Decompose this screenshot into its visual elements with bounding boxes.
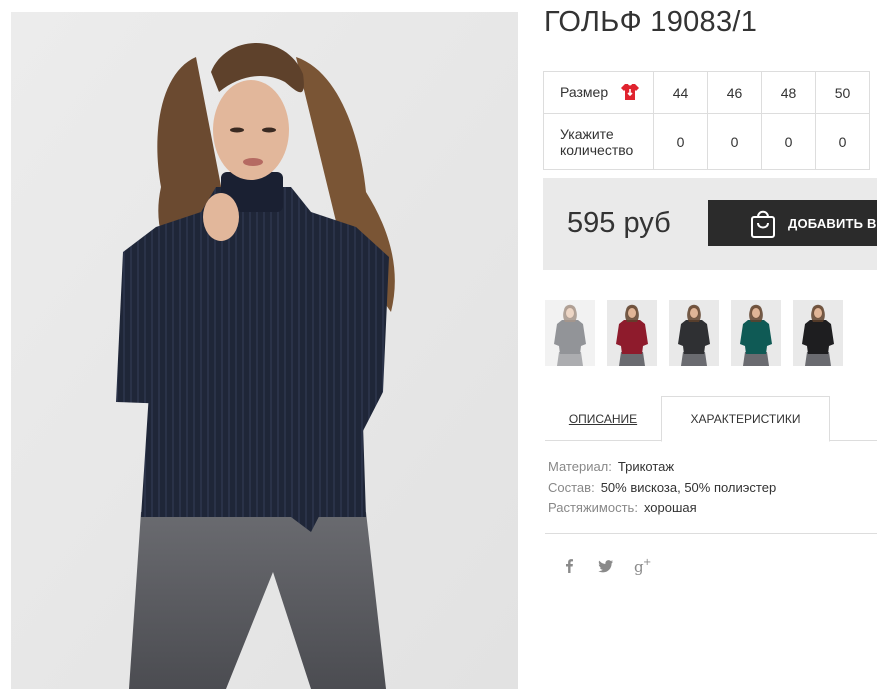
property-key: Материал: [548, 459, 612, 474]
color-thumbnail[interactable] [793, 300, 843, 366]
thumbnail-image [607, 300, 657, 366]
quantity-label-line1: Укажите [560, 125, 614, 142]
google-plus-icon[interactable]: g + [633, 556, 653, 576]
size-label-cell[interactable]: Размер [543, 71, 654, 114]
color-thumbnail[interactable] [731, 300, 781, 366]
quantity-input[interactable]: 0 [653, 113, 708, 170]
divider [545, 533, 877, 534]
color-thumbnail[interactable] [545, 300, 595, 366]
svg-text:+: + [643, 557, 651, 568]
quantity-input[interactable]: 0 [815, 113, 870, 170]
add-to-cart-button[interactable]: ДОБАВИТЬ В КОРЗИНУ [708, 200, 877, 246]
facebook-icon[interactable] [559, 556, 579, 576]
size-chart-icon[interactable] [620, 83, 640, 101]
characteristics-list: Материал: Трикотаж Состав: 50% вискоза, 50… [548, 457, 776, 519]
price-box: 595 руб ДОБАВИТЬ В КОРЗИНУ [543, 178, 877, 270]
thumbnail-image [669, 300, 719, 366]
product-info-panel: ГОЛЬФ 19083/1 Размер 44 46 48 50 Укажите… [543, 0, 877, 692]
size-table: Размер 44 46 48 50 Укажите количество 0 … [543, 71, 870, 170]
quantity-label-line2: количество [560, 141, 634, 158]
property-key: Растяжимость: [548, 500, 638, 515]
color-thumbnail[interactable] [669, 300, 719, 366]
twitter-icon[interactable] [596, 556, 616, 576]
quantity-label-cell: Укажите количество [543, 113, 654, 170]
size-cell[interactable]: 48 [761, 71, 816, 114]
color-thumbnail[interactable] [607, 300, 657, 366]
add-to-cart-label: ДОБАВИТЬ В КОРЗИНУ [788, 215, 877, 231]
shopping-bag-icon [751, 210, 775, 238]
color-thumbnails [545, 300, 855, 366]
property-row: Растяжимость: хорошая [548, 498, 776, 519]
thumbnail-image [731, 300, 781, 366]
product-price: 595 руб [567, 207, 671, 239]
thumbnail-image [545, 300, 595, 366]
property-key: Состав: [548, 479, 595, 495]
product-tabs: ОПИСАНИЕ ХАРАКТЕРИСТИКИ [545, 396, 877, 442]
property-row: Состав: 50% вискоза, 50% полиэстер [548, 478, 776, 499]
tab-description[interactable]: ОПИСАНИЕ [545, 396, 661, 441]
quantity-input[interactable]: 0 [761, 113, 816, 170]
product-title: ГОЛЬФ 19083/1 [544, 6, 758, 38]
thumbnail-image [793, 300, 843, 366]
size-label: Размер [560, 84, 609, 101]
main-product-photo[interactable] [11, 12, 518, 689]
size-cell[interactable]: 44 [653, 71, 708, 114]
model-illustration [11, 12, 518, 689]
property-value: Трикотаж [617, 459, 675, 474]
size-cell[interactable]: 50 [815, 71, 870, 114]
property-value: 50% вискоза, 50% полиэстер [600, 479, 777, 495]
social-share: g + [559, 556, 670, 576]
property-value: хорошая [643, 500, 697, 515]
property-row: Материал: Трикотаж [548, 457, 776, 478]
size-cell[interactable]: 46 [707, 71, 762, 114]
quantity-input[interactable]: 0 [707, 113, 762, 170]
tab-characteristics[interactable]: ХАРАКТЕРИСТИКИ [661, 396, 830, 442]
